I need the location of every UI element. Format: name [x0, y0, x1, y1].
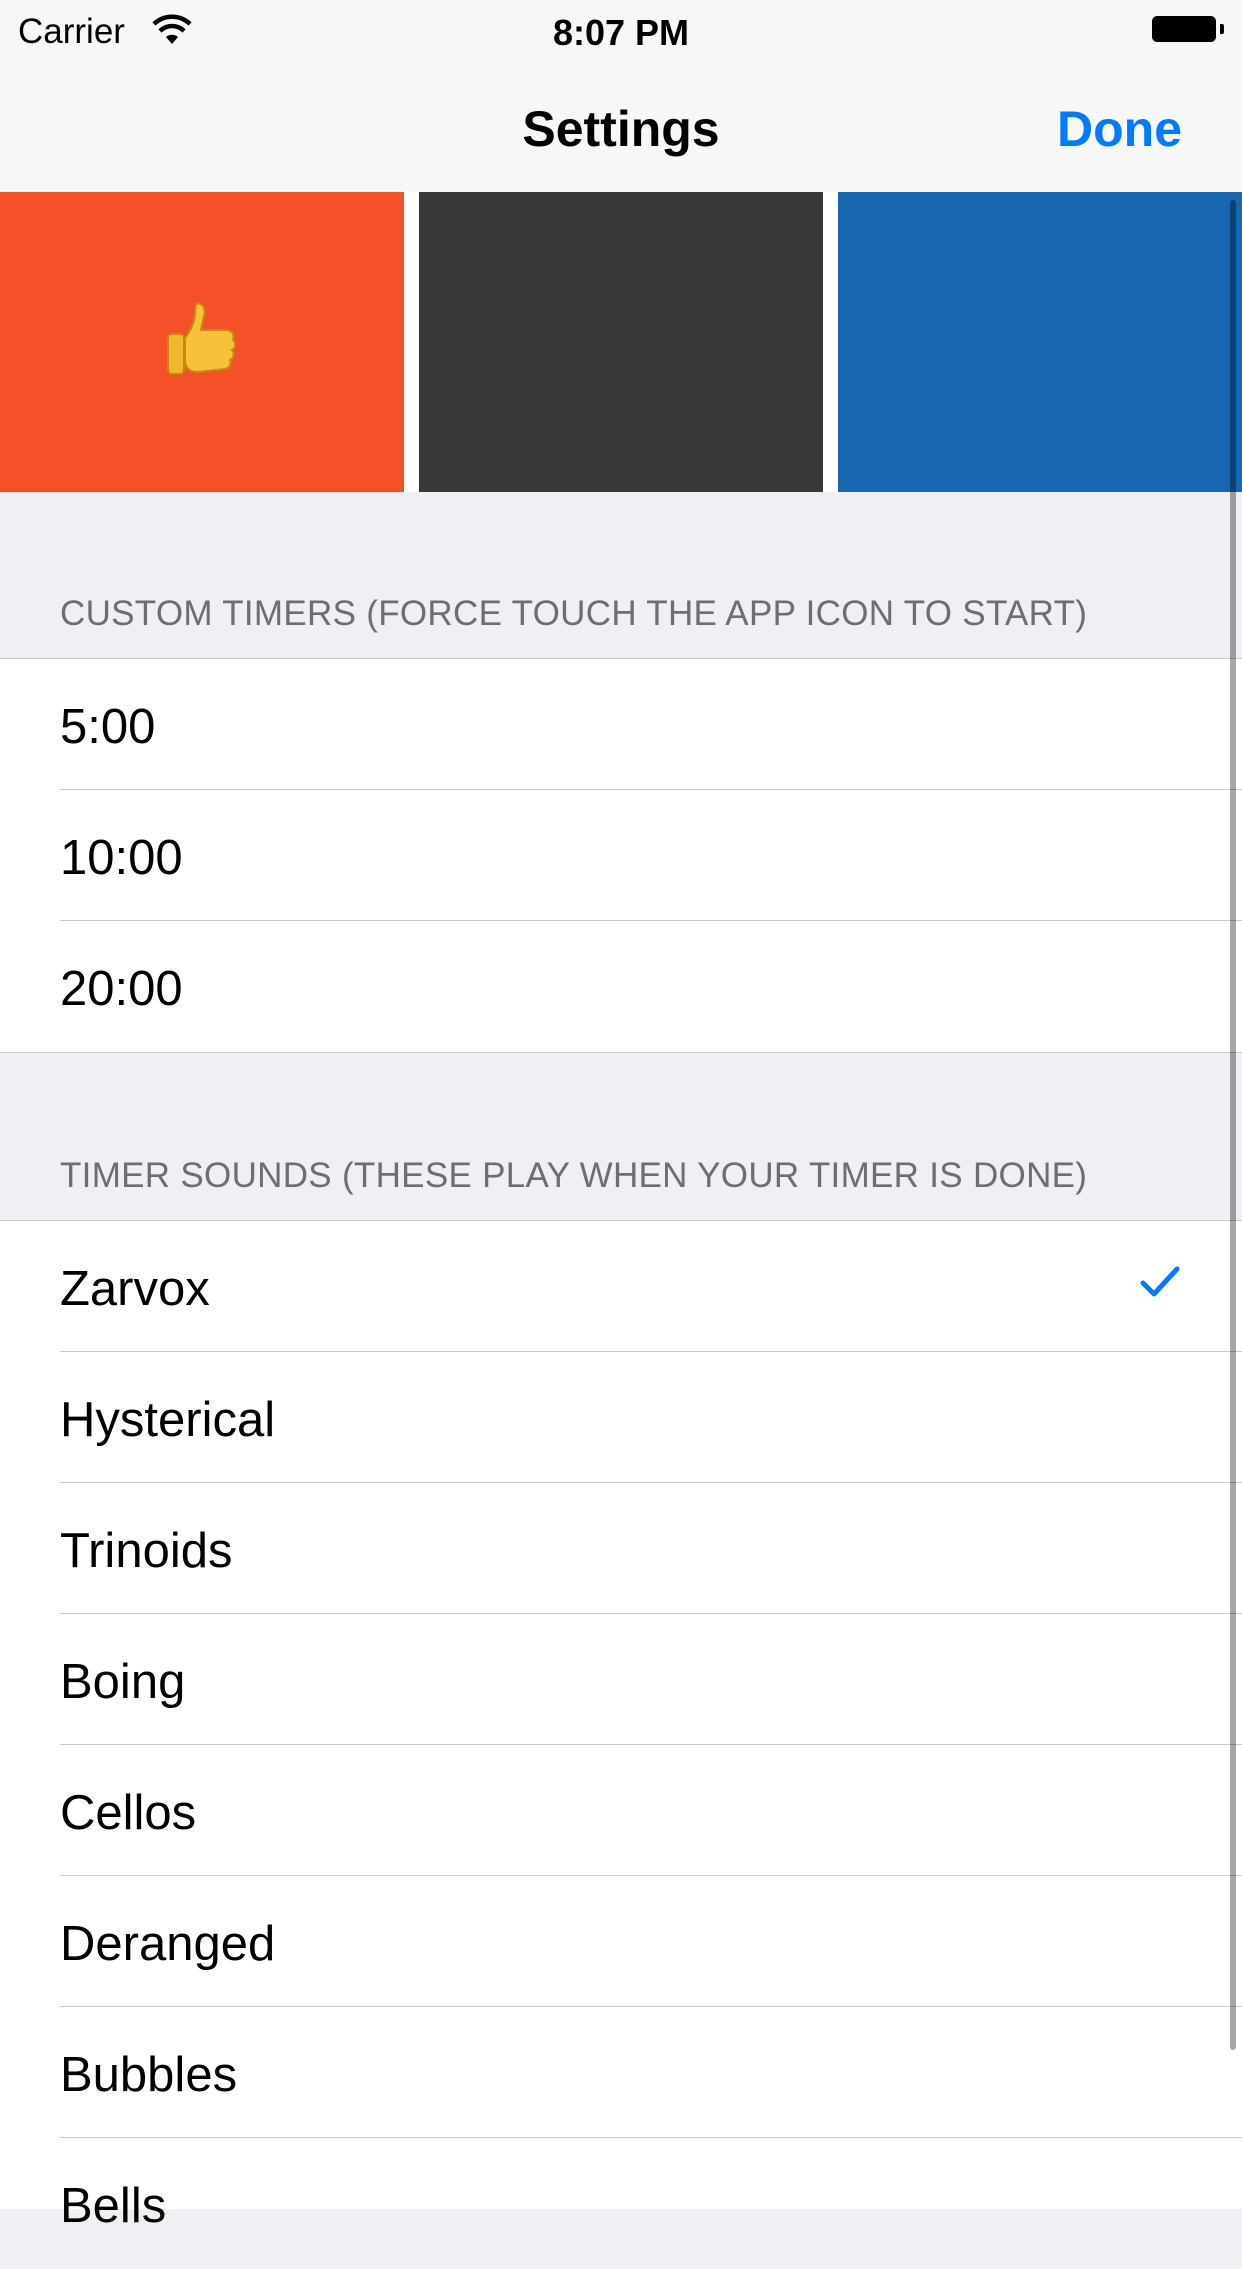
timer-label: 20:00 [60, 962, 183, 1016]
timer-label: 5:00 [60, 700, 156, 754]
sound-row-deranged[interactable]: Deranged [0, 1876, 1242, 2007]
status-bar: Carrier 8:07 PM [0, 0, 1242, 60]
timer-label: 10:00 [60, 831, 183, 885]
timer-row[interactable]: 20:00 [0, 921, 1242, 1052]
sound-label: Zarvox [60, 1262, 210, 1316]
timer-row[interactable]: 5:00 [0, 659, 1242, 790]
status-time: 8:07 PM [552, 12, 690, 53]
theme-tile-blue[interactable] [838, 192, 1242, 492]
sound-label: Boing [60, 1655, 186, 1709]
custom-timers-header: CUSTOM TIMERS (FORCE TOUCH THE APP ICON … [60, 594, 1088, 633]
scroll-indicator[interactable] [1230, 200, 1236, 2050]
sound-label: Hysterical [60, 1393, 276, 1447]
battery-icon [1152, 16, 1224, 44]
timer-sounds-list: Zarvox Hysterical Trinoids Boing Cellos … [0, 1220, 1242, 2233]
sound-row-trinoids[interactable]: Trinoids [0, 1483, 1242, 1614]
sound-row-hysterical[interactable]: Hysterical [0, 1352, 1242, 1483]
sound-label: Deranged [60, 1917, 276, 1971]
sound-label: Trinoids [60, 1524, 233, 1578]
sound-label: Cellos [60, 1786, 197, 1840]
sound-row-cellos[interactable]: Cellos [0, 1745, 1242, 1876]
timer-sounds-header: TIMER SOUNDS (THESE PLAY WHEN YOUR TIMER… [60, 1156, 1088, 1195]
done-button[interactable]: Done [1057, 100, 1182, 158]
sound-row-bells[interactable]: Bells [0, 2138, 1242, 2269]
sound-row-boing[interactable]: Boing [0, 1614, 1242, 1745]
page-title: Settings [522, 101, 720, 157]
theme-tile-dark[interactable] [419, 192, 823, 492]
sound-label: Bells [60, 2179, 167, 2233]
thumbs-up-icon [167, 302, 237, 375]
timer-row[interactable]: 10:00 [0, 790, 1242, 921]
checkmark-icon [1140, 1266, 1180, 1297]
theme-picker [0, 192, 1242, 492]
sound-row-zarvox[interactable]: Zarvox [0, 1221, 1242, 1352]
sound-label: Bubbles [60, 2048, 238, 2102]
sound-row-bubbles[interactable]: Bubbles [0, 2007, 1242, 2138]
theme-tile-orange[interactable] [0, 192, 404, 492]
navigation-bar: Settings Done [0, 60, 1242, 193]
custom-timers-list: 5:00 10:00 20:00 [0, 658, 1242, 1053]
